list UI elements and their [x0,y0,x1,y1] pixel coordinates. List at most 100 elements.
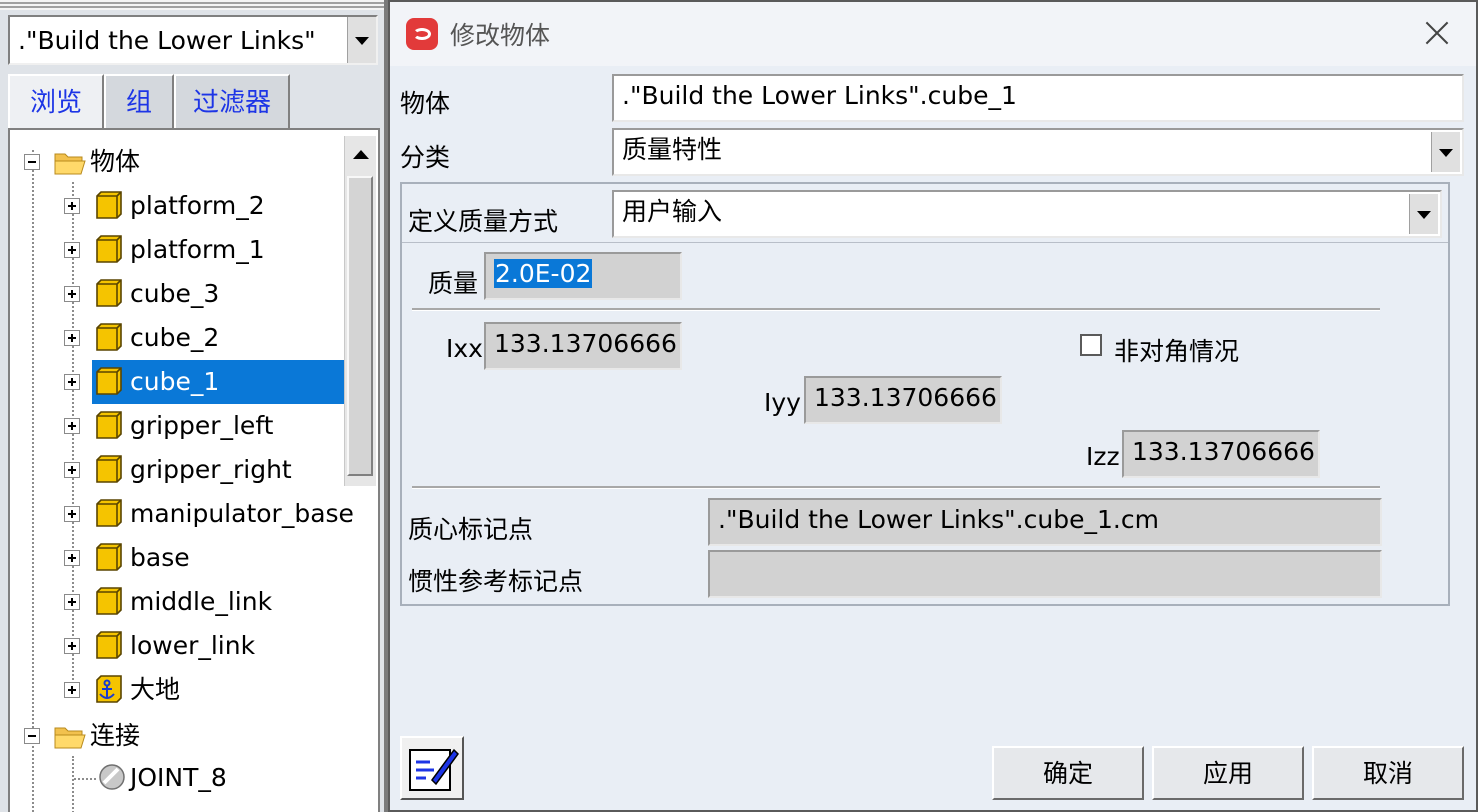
cube-body-icon [96,367,122,395]
tree-item-label: platform_1 [130,235,265,264]
tab-browse[interactable]: 浏览 [8,74,104,130]
chevron-down-icon[interactable] [1409,194,1438,234]
tool-edit-icon[interactable] [400,736,464,800]
category-dropdown[interactable]: 质量特性 [612,128,1464,176]
expand-icon[interactable] [64,418,80,434]
chevron-down-icon[interactable] [347,17,376,63]
joint-icon [99,764,125,790]
ok-button[interactable]: 确定 [992,746,1144,800]
tab-group[interactable]: 组 [104,74,174,128]
iyy-label: Iyy [764,388,801,417]
tree-item-body[interactable]: cube_3 [64,272,364,316]
model-selector-dropdown[interactable]: ."Build the Lower Links" [8,15,378,65]
tree-item-body[interactable]: base [64,536,364,580]
tree-item-label: gripper_left [130,411,274,440]
tree-guide-line [32,150,34,812]
section-divider [402,242,1448,243]
folder-open-icon [54,727,86,749]
tree-item-body[interactable]: manipulator_base [64,492,374,536]
dialog-titlebar: 修改物体 [390,2,1476,66]
expand-icon[interactable] [64,374,80,390]
cube-body-icon [96,235,122,263]
expand-icon[interactable] [64,594,80,610]
modify-body-dialog: 修改物体 物体 ."Build the Lower Links".cube_1 … [388,0,1478,812]
mass-label: 质量 [428,269,479,298]
izz-input[interactable]: 133.13706666 [1122,430,1320,478]
dialog-title: 修改物体 [450,21,551,50]
iyy-input[interactable]: 133.13706666 [804,376,1002,424]
inertia-marker-label: 惯性参考标记点 [408,567,584,596]
expand-icon[interactable] [64,198,80,214]
cube-body-icon [96,543,122,571]
cm-marker-field[interactable]: ."Build the Lower Links".cube_1.cm [708,498,1382,546]
expand-icon[interactable] [64,242,80,258]
cube-body-icon [96,191,122,219]
cube-body-icon [96,631,122,659]
izz-label: Izz [1086,442,1120,471]
tree-guide-line [74,778,96,780]
apply-button[interactable]: 应用 [1152,746,1304,800]
define-mass-dropdown[interactable]: 用户输入 [612,190,1442,238]
tree-folder-label: 物体 [90,147,141,176]
collapse-icon[interactable] [24,728,40,744]
model-selector-value: ."Build the Lower Links" [18,26,316,55]
off-diagonal-checkbox[interactable] [1080,334,1102,356]
expand-icon[interactable] [64,330,80,346]
tree-scrollbar[interactable] [344,136,376,486]
tree-item-body[interactable]: platform_1 [64,228,364,272]
cube-body-icon [96,411,122,439]
tree-item-body[interactable]: cube_2 [64,316,364,360]
tree-item-body[interactable]: platform_2 [64,184,364,228]
tree-item-label: JOINT_8 [130,763,227,792]
cube-body-icon [96,323,122,351]
ixx-label: Ixx [446,334,483,363]
cancel-button[interactable]: 取消 [1312,746,1464,800]
scrollbar-thumb[interactable] [347,176,373,476]
chevron-down-icon[interactable] [1431,132,1460,172]
tree-item-joint[interactable]: JOINT_8 [94,756,354,800]
tree-item-body[interactable]: middle_link [64,580,364,624]
close-icon[interactable] [1420,16,1454,50]
anchor-icon [96,675,122,703]
expand-icon[interactable] [64,550,80,566]
body-label: 物体 [400,89,451,118]
collapse-icon[interactable] [24,154,40,170]
expand-icon[interactable] [64,462,80,478]
cube-body-icon [96,499,122,527]
tree-item-label: cube_2 [130,323,220,352]
body-name-field[interactable]: ."Build the Lower Links".cube_1 [612,74,1464,122]
model-browser-panel: ."Build the Lower Links" 浏览 组 过滤器 物体 pla… [0,0,384,812]
notepad-pen-icon [409,748,459,791]
tree-folder-connections[interactable]: 连接 [24,714,324,758]
model-tree: 物体 platform_2 platform_1 cube_3 cube_2 c… [8,128,380,812]
tree-guide-line [72,756,74,812]
inertia-marker-field[interactable] [708,550,1382,598]
tree-item-label: cube_3 [130,279,220,308]
off-diagonal-label: 非对角情况 [1114,337,1240,366]
expand-icon[interactable] [64,286,80,302]
tree-item-body[interactable]: lower_link [64,624,364,668]
tree-item-body-selected[interactable]: cube_1 [64,360,364,404]
tree-item-label: 大地 [130,675,181,704]
tree-item-ground[interactable]: 大地 [64,668,364,712]
tree-item-body[interactable]: gripper_right [64,448,364,492]
cube-body-icon [96,587,122,615]
cube-body-icon [96,279,122,307]
separator-line [412,486,1380,489]
tree-item-body[interactable]: gripper_left [64,404,364,448]
expand-icon[interactable] [64,682,80,698]
tree-folder-bodies[interactable]: 物体 [24,140,324,184]
mass-input[interactable]: 2.0E-02 [484,252,682,300]
tab-filter[interactable]: 过滤器 [174,74,290,128]
cube-body-icon [96,455,122,483]
ixx-input[interactable]: 133.13706666 [484,322,682,370]
expand-icon[interactable] [64,638,80,654]
tree-item-label: manipulator_base [130,499,354,528]
category-value: 质量特性 [622,135,723,164]
tree-folder-label: 连接 [90,721,141,750]
expand-icon[interactable] [64,506,80,522]
tree-item-label: middle_link [130,587,273,616]
scroll-up-icon[interactable] [345,136,377,172]
define-mass-value: 用户输入 [622,197,723,226]
category-label: 分类 [400,143,451,172]
